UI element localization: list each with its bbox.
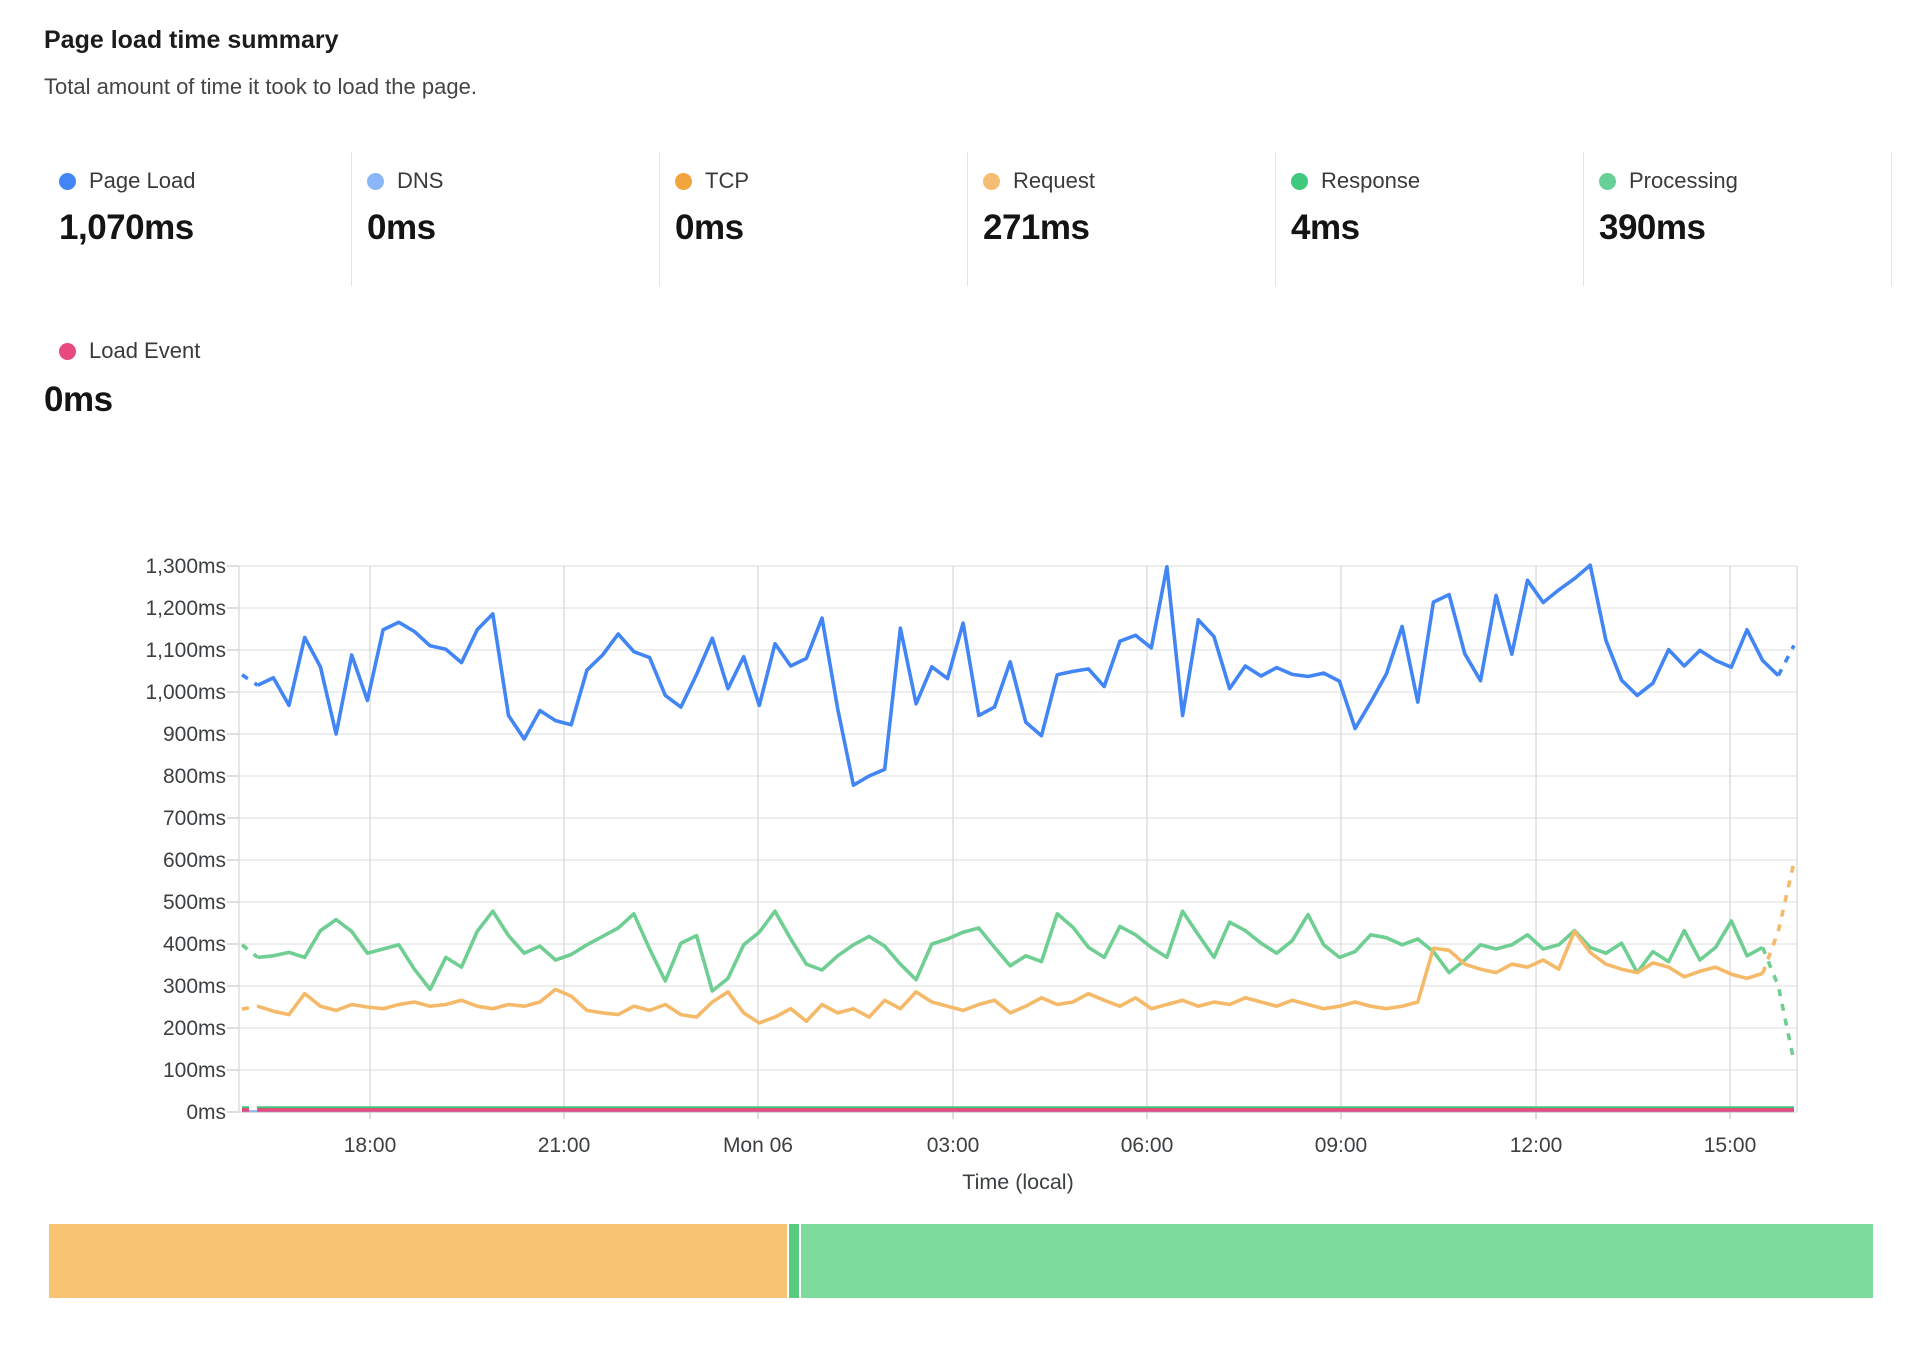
series-line-page-load	[258, 565, 1779, 785]
y-axis-label: 100ms	[163, 1059, 226, 1082]
y-axis-label: 1,200ms	[145, 597, 226, 620]
status-segment-operational-sliver[interactable]	[789, 1224, 799, 1298]
y-axis-label: 0ms	[186, 1101, 226, 1124]
series-line-request	[1763, 862, 1794, 973]
x-axis-label: 18:00	[344, 1134, 397, 1157]
x-axis-title: Time (local)	[962, 1170, 1074, 1194]
chart-svg[interactable]: 0ms 100ms 200ms 300ms 400ms 500ms 600ms 700ms 80…	[0, 0, 1910, 1352]
y-axis-label: 300ms	[163, 975, 226, 998]
y-axis-label: 1,000ms	[145, 681, 226, 704]
x-axis-label: 21:00	[538, 1134, 591, 1157]
x-axis-label: 12:00	[1510, 1134, 1563, 1157]
status-segment-degraded[interactable]	[49, 1224, 787, 1298]
x-axis-label: 06:00	[1121, 1134, 1174, 1157]
series-line-page-load	[242, 675, 258, 686]
y-axis-label: 700ms	[163, 807, 226, 830]
y-axis-label: 400ms	[163, 933, 226, 956]
y-axis-label: 900ms	[163, 723, 226, 746]
x-axis-label: 15:00	[1704, 1134, 1757, 1157]
y-axis-label: 1,100ms	[145, 639, 226, 662]
y-axis-label: 200ms	[163, 1017, 226, 1040]
series-line-processing	[258, 911, 1763, 991]
y-axis-label: 800ms	[163, 765, 226, 788]
series-line-request	[242, 1006, 258, 1009]
y-axis-label: 1,300ms	[145, 555, 226, 578]
y-axis-label: 600ms	[163, 849, 226, 872]
y-axis-label: 500ms	[163, 891, 226, 914]
series-line-processing	[1763, 947, 1794, 1061]
status-timeline-bar	[49, 1224, 1873, 1298]
x-axis-label: 09:00	[1315, 1134, 1368, 1157]
x-axis-label: 03:00	[927, 1134, 980, 1157]
status-segment-operational[interactable]	[801, 1224, 1873, 1298]
series-line-processing	[242, 945, 258, 958]
x-axis-label: Mon 06	[723, 1134, 793, 1157]
page-load-summary-panel: { "header": { "title": "Page load time s…	[0, 0, 1910, 1352]
